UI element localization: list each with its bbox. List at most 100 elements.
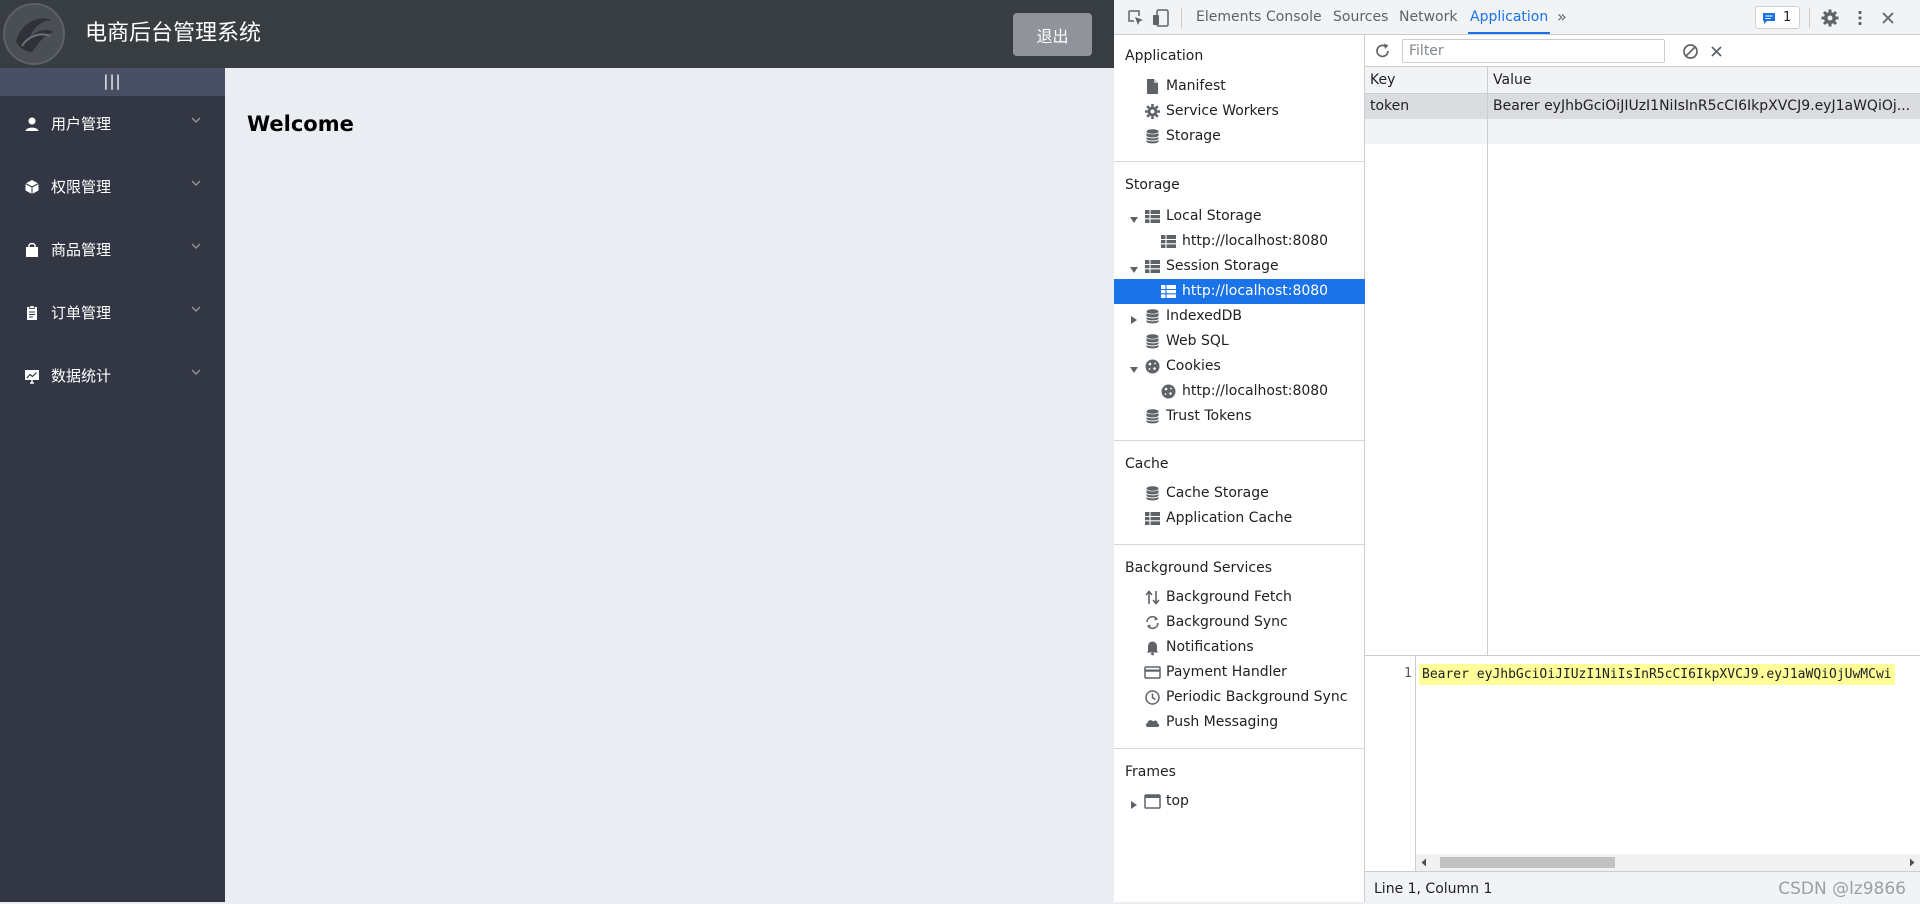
- table-grid-icon: [1145, 512, 1160, 525]
- logout-button[interactable]: 退出: [1013, 13, 1092, 56]
- tab-console[interactable]: Console: [1264, 0, 1324, 34]
- sidebar-item-stats[interactable]: 数据统计: [0, 348, 225, 404]
- section-application-title: Application: [1125, 48, 1204, 64]
- chevron-down-icon: [191, 243, 201, 249]
- tab-sources[interactable]: Sources: [1331, 0, 1390, 34]
- refresh-icon[interactable]: [1374, 42, 1392, 60]
- app-header: 电商后台管理系统 退出: [0, 0, 1114, 68]
- table-row-empty: [1365, 119, 1920, 144]
- shopping-bag-icon: [26, 242, 38, 257]
- delete-selected-icon[interactable]: [1708, 43, 1725, 60]
- logo-icon: [3, 3, 65, 65]
- database-icon: [1146, 309, 1159, 324]
- cell-key[interactable]: token: [1370, 94, 1409, 119]
- expand-arrow-down-icon[interactable]: [1129, 365, 1139, 375]
- cube-icon: [25, 180, 39, 194]
- preview-code-line[interactable]: Bearer eyJhbGciOiJIUzI1NiIsInR5cCI6IkpXV…: [1419, 664, 1895, 685]
- tab-network[interactable]: Network: [1397, 0, 1459, 34]
- inspect-element-icon[interactable]: [1126, 8, 1146, 28]
- column-divider[interactable]: [1487, 67, 1488, 687]
- up-down-arrows-icon: [1145, 590, 1160, 605]
- section-divider: [1114, 748, 1364, 749]
- sync-icon: [1146, 615, 1159, 630]
- device-toolbar-icon[interactable]: [1151, 8, 1171, 28]
- cell-value[interactable]: Bearer eyJhbGciOiJIUzI1NiIsInR5cCI6IkpXV…: [1493, 94, 1910, 119]
- column-header-value[interactable]: Value: [1493, 67, 1531, 94]
- expand-arrow-down-icon[interactable]: [1129, 265, 1139, 275]
- gear-icon[interactable]: [1820, 8, 1840, 28]
- expand-arrow-right-icon[interactable]: [1129, 315, 1139, 325]
- table-header: Key Value: [1365, 67, 1920, 94]
- database-icon: [1146, 334, 1159, 349]
- chevron-down-icon: [191, 180, 201, 186]
- collapse-toggle[interactable]: |||: [0, 68, 225, 96]
- clear-all-icon[interactable]: [1682, 43, 1699, 60]
- close-icon[interactable]: [1878, 8, 1898, 28]
- sidebar-item-permissions[interactable]: 权限管理: [0, 159, 225, 215]
- section-divider: [1114, 440, 1364, 441]
- section-cache-title: Cache: [1125, 456, 1169, 472]
- gear-icon: [1145, 104, 1160, 119]
- cookie-icon: [1145, 359, 1160, 374]
- devtools-toolbar: Elements Console Sources Network Applica…: [1114, 0, 1920, 35]
- section-storage-title: Storage: [1125, 177, 1180, 193]
- database-icon: [1146, 129, 1159, 144]
- expand-arrow-down-icon[interactable]: [1129, 215, 1139, 225]
- sidebar-item-goods[interactable]: 商品管理: [0, 222, 225, 278]
- filter-input[interactable]: [1402, 39, 1665, 63]
- issues-counter[interactable]: 1: [1755, 6, 1800, 29]
- cookie-icon: [1161, 384, 1176, 399]
- section-frames-title: Frames: [1125, 764, 1176, 780]
- table-grid-icon: [1161, 285, 1176, 298]
- credit-card-icon: [1144, 666, 1161, 679]
- table-grid-icon: [1145, 210, 1160, 223]
- message-icon: [1763, 13, 1775, 24]
- tab-application[interactable]: Application: [1468, 0, 1551, 34]
- sidebar-item-label: 商品管理: [51, 241, 112, 259]
- bell-icon: [1146, 641, 1159, 656]
- tab-elements[interactable]: Elements: [1194, 0, 1263, 34]
- window-frame-icon: [1144, 794, 1161, 809]
- storage-toolbar: [1365, 35, 1920, 67]
- sidebar: ||| 用户管理 权限管理 商品管理 订单管理 数据统计: [0, 68, 225, 902]
- column-header-key[interactable]: Key: [1370, 67, 1395, 94]
- value-preview: 1 Bearer eyJhbGciOiJIUzI1NiIsInR5cCI6Ikp…: [1365, 655, 1920, 904]
- horizontal-scrollbar[interactable]: [1416, 854, 1920, 871]
- storage-table: Key Value token Bearer eyJhbGciOiJIUzI1N…: [1365, 67, 1920, 687]
- chevron-down-icon: [191, 117, 201, 123]
- cursor-position: Line 1, Column 1: [1374, 881, 1493, 897]
- scroll-right-icon[interactable]: [1908, 858, 1916, 867]
- application-sidebar: Application Manifest Service Workers Sto…: [1114, 35, 1365, 902]
- database-icon: [1146, 409, 1159, 424]
- section-background-title: Background Services: [1125, 560, 1273, 576]
- toolbar-divider: [1809, 8, 1810, 28]
- scrollbar-thumb[interactable]: [1440, 857, 1615, 868]
- table-grid-icon: [1161, 235, 1176, 248]
- table-grid-icon: [1145, 260, 1160, 273]
- storage-view: Key Value token Bearer eyJhbGciOiJIUzI1N…: [1365, 35, 1920, 904]
- app-title: 电商后台管理系统: [85, 21, 262, 46]
- sidebar-item-label: 数据统计: [51, 367, 112, 385]
- table-row[interactable]: token Bearer eyJhbGciOiJIUzI1NiIsInR5cCI…: [1365, 94, 1920, 119]
- more-tabs-icon[interactable]: »: [1555, 0, 1569, 34]
- section-divider: [1114, 161, 1364, 162]
- sidebar-item-label: 权限管理: [51, 178, 112, 196]
- clock-icon: [1145, 690, 1160, 705]
- status-bar: Line 1, Column 1 CSDN @lz9866: [1365, 871, 1920, 904]
- chart-monitor-icon: [25, 370, 39, 384]
- app-window: 电商后台管理系统 退出 ||| 用户管理 权限管理 商品管理 订单管理 数据统计: [0, 0, 1114, 902]
- scroll-left-icon[interactable]: [1420, 858, 1428, 867]
- sidebar-item-users[interactable]: 用户管理: [0, 96, 225, 152]
- toolbar-divider: [1181, 8, 1182, 28]
- chevron-down-icon: [191, 306, 201, 312]
- expand-arrow-right-icon[interactable]: [1129, 800, 1139, 810]
- more-options-icon[interactable]: [1850, 8, 1870, 28]
- sidebar-item-label: 用户管理: [51, 115, 112, 133]
- welcome-heading: Welcome: [247, 112, 354, 136]
- sidebar-item-orders[interactable]: 订单管理: [0, 285, 225, 341]
- line-number: 1: [1404, 666, 1412, 681]
- devtools-panel: Elements Console Sources Network Applica…: [1114, 0, 1920, 904]
- user-icon: [25, 117, 39, 131]
- line-number-gutter: 1: [1365, 656, 1416, 871]
- watermark: CSDN @lz9866: [1778, 879, 1906, 899]
